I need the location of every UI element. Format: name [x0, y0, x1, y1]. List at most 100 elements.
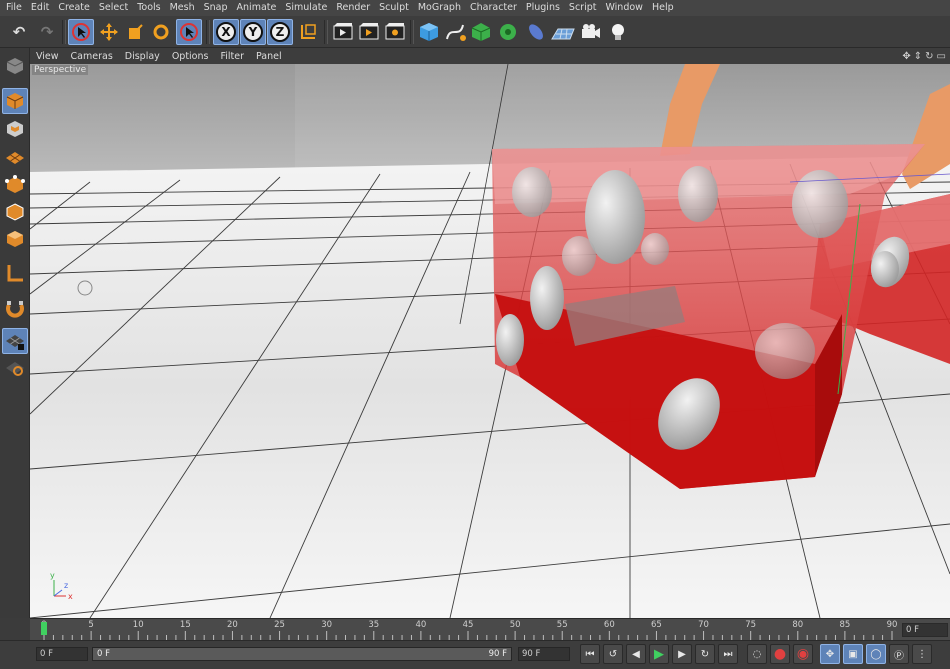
- transport-bar: 0 F 0 F 90 F 90 F ⏮ ↺ ◀ ▶ ▶ ↻ ⏭ ◌ ● ◉ ✥ …: [0, 640, 950, 669]
- preview-range-slider[interactable]: 0 F 90 F: [92, 647, 512, 661]
- timeline-tick-label: 65: [651, 620, 662, 630]
- viewport-navigation: ✥ ⇕ ↻ ▭: [902, 48, 946, 64]
- subdivision-icon[interactable]: [468, 19, 494, 45]
- menu-animate[interactable]: Animate: [234, 0, 283, 16]
- main-toolbar: ↶ ↷ X Y Z: [0, 16, 950, 48]
- next-key-icon[interactable]: ↻: [695, 644, 715, 664]
- menu-select[interactable]: Select: [96, 0, 134, 16]
- range-end-label: 90 F: [488, 649, 507, 659]
- light-icon[interactable]: [605, 19, 631, 45]
- x-axis-icon[interactable]: X: [213, 19, 239, 45]
- timeline-tick-label: 90: [886, 620, 898, 630]
- current-frame-field[interactable]: 0 F: [902, 623, 948, 637]
- z-axis-icon[interactable]: Z: [267, 19, 293, 45]
- last-tool-icon[interactable]: [176, 19, 202, 45]
- cloner-icon[interactable]: [495, 19, 521, 45]
- menu-tools[interactable]: Tools: [134, 0, 166, 16]
- y-axis-icon[interactable]: Y: [240, 19, 266, 45]
- previous-key-icon[interactable]: ↺: [603, 644, 623, 664]
- menu-help[interactable]: Help: [649, 0, 680, 16]
- menu-file[interactable]: File: [3, 0, 28, 16]
- menu-mograph[interactable]: MoGraph: [415, 0, 467, 16]
- menu-character[interactable]: Character: [467, 0, 523, 16]
- edit-render-settings-icon[interactable]: [382, 19, 408, 45]
- rotate-view-icon[interactable]: ↻: [925, 51, 933, 62]
- render-picture-viewer-icon[interactable]: [356, 19, 382, 45]
- record-parameter-icon[interactable]: Ⓟ: [889, 644, 909, 664]
- model-mode-icon[interactable]: [2, 88, 28, 114]
- rotate-icon[interactable]: [148, 19, 174, 45]
- timeline-tick-label: 75: [745, 620, 757, 630]
- menu-edit[interactable]: Edit: [28, 0, 55, 16]
- undo-icon[interactable]: ↶: [6, 19, 32, 45]
- record-active-objects-icon[interactable]: ●: [770, 644, 790, 664]
- locked-workplane-icon[interactable]: [2, 328, 28, 354]
- motion-record-icon[interactable]: ◌: [747, 644, 767, 664]
- timeline-ticks: [43, 631, 893, 640]
- menu-plugins[interactable]: Plugins: [523, 0, 566, 16]
- svg-text:z: z: [64, 581, 68, 590]
- record-point-level-icon[interactable]: ⋮: [912, 644, 932, 664]
- deformer-icon[interactable]: [523, 19, 549, 45]
- cube-icon[interactable]: [416, 19, 442, 45]
- timeline-tick-label: 80: [792, 620, 804, 630]
- timeline-tick-label: 30: [321, 620, 333, 630]
- viewport-menu-options[interactable]: Options: [166, 51, 215, 62]
- autokeying-icon[interactable]: ◉: [793, 644, 813, 664]
- render-view-icon[interactable]: [330, 19, 356, 45]
- record-rotation-icon[interactable]: ◯: [866, 644, 886, 664]
- go-to-end-icon[interactable]: ⏭: [718, 644, 738, 664]
- next-frame-icon[interactable]: ▶: [672, 644, 692, 664]
- timeline-tick-label: 40: [415, 620, 427, 630]
- move-view-icon[interactable]: ✥: [902, 51, 910, 62]
- start-frame-field[interactable]: 0 F: [36, 647, 88, 661]
- zoom-view-icon[interactable]: ⇕: [914, 51, 922, 62]
- spline-pen-icon[interactable]: [442, 19, 468, 45]
- texture-mode-icon[interactable]: [2, 116, 28, 142]
- viewport-menu-cameras[interactable]: Cameras: [65, 51, 119, 62]
- axis-mode-icon[interactable]: [2, 260, 28, 286]
- live-selection-icon[interactable]: [68, 19, 94, 45]
- range-start-label: 0 F: [97, 649, 110, 659]
- toggle-layout-icon[interactable]: ▭: [937, 51, 946, 62]
- viewport-menu-view[interactable]: View: [30, 51, 65, 62]
- menu-window[interactable]: Window: [602, 0, 648, 16]
- planar-workplane-icon[interactable]: [2, 355, 28, 381]
- record-scale-icon[interactable]: ▣: [843, 644, 863, 664]
- menu-snap[interactable]: Snap: [201, 0, 234, 16]
- perspective-viewport[interactable]: zy x Perspective: [30, 64, 950, 618]
- timeline-tick-label: 35: [368, 620, 380, 630]
- menu-create[interactable]: Create: [55, 0, 96, 16]
- playhead[interactable]: [41, 622, 47, 635]
- menu-simulate[interactable]: Simulate: [282, 0, 333, 16]
- end-frame-field[interactable]: 90 F: [518, 647, 570, 661]
- menu-render[interactable]: Render: [333, 0, 376, 16]
- record-position-icon[interactable]: ✥: [820, 644, 840, 664]
- timeline-ruler[interactable]: 051015202530354045505560657075808590 0 F: [30, 618, 950, 640]
- viewport-label[interactable]: Perspective: [32, 65, 89, 75]
- workplane-mode-icon[interactable]: [2, 143, 28, 169]
- scale-icon[interactable]: [122, 19, 148, 45]
- menu-mesh[interactable]: Mesh: [167, 0, 201, 16]
- coordinate-system-icon[interactable]: [295, 19, 321, 45]
- viewport-scene: zy x: [30, 64, 950, 618]
- play-forward-icon[interactable]: ▶: [649, 644, 669, 664]
- timeline-tick-label: 85: [839, 620, 851, 630]
- floor-icon[interactable]: [550, 19, 576, 45]
- go-to-start-icon[interactable]: ⏮: [580, 644, 600, 664]
- snap-icon[interactable]: [2, 295, 28, 321]
- timeline-tick-label: 60: [603, 620, 615, 630]
- viewport-menu-panel[interactable]: Panel: [250, 51, 288, 62]
- make-editable-icon[interactable]: [2, 53, 28, 79]
- camera-icon[interactable]: [578, 19, 604, 45]
- points-mode-icon[interactable]: [2, 172, 28, 198]
- polygons-mode-icon[interactable]: [2, 226, 28, 252]
- menu-script[interactable]: Script: [566, 0, 603, 16]
- previous-frame-icon[interactable]: ◀: [626, 644, 646, 664]
- viewport-menu-display[interactable]: Display: [119, 51, 166, 62]
- move-icon[interactable]: [96, 19, 122, 45]
- viewport-menu-filter[interactable]: Filter: [214, 51, 250, 62]
- edges-mode-icon[interactable]: [2, 199, 28, 225]
- menu-sculpt[interactable]: Sculpt: [376, 0, 415, 16]
- redo-icon[interactable]: ↷: [34, 19, 60, 45]
